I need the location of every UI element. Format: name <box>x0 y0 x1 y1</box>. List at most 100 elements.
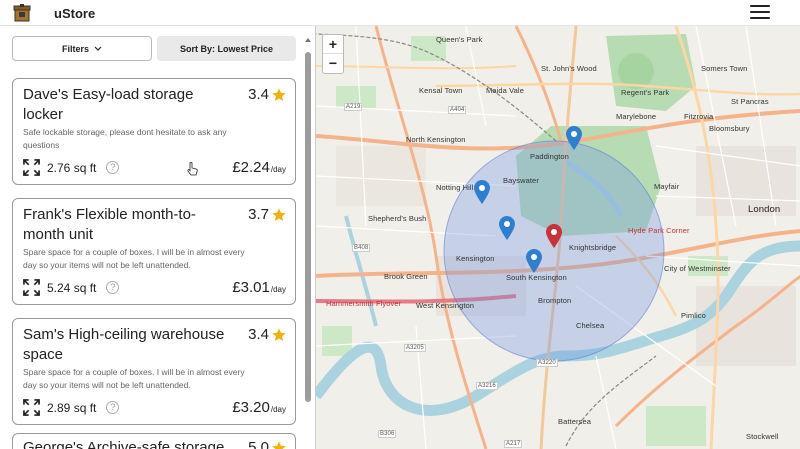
map-label: Brook Green <box>384 272 428 281</box>
listing-description: Spare space for a couple of boxes. I wil… <box>23 247 245 270</box>
listing-rating: 3.4 <box>248 86 287 103</box>
map-label: Queen's Park <box>436 35 483 44</box>
scrollbar[interactable] <box>304 38 312 443</box>
price-value: £3.20 <box>232 399 270 416</box>
map-label: Shepherd's Bush <box>368 214 427 223</box>
listing-title: George's Archive-safe storage <box>23 439 225 449</box>
listing-size: 2.89 sq ft <box>47 400 97 415</box>
sort-button[interactable]: Sort By: Lowest Price <box>157 36 296 61</box>
map-label: Battersea <box>558 417 592 426</box>
map-pin-icon[interactable] <box>499 216 515 240</box>
map-label: Somers Town <box>701 64 748 73</box>
road-label: B306 <box>378 430 397 438</box>
map-label: London <box>748 204 781 215</box>
storage-box-icon[interactable] <box>12 3 32 23</box>
zoom-in-button[interactable]: + <box>323 35 343 54</box>
listing-card[interactable]: George's Archive-safe storage 5.0 <box>12 433 296 449</box>
map-label: Regent's Park <box>621 88 670 97</box>
map-pin-icon[interactable] <box>474 180 490 204</box>
rating-value: 3.4 <box>248 86 269 103</box>
app-header: uStore <box>0 0 800 26</box>
filters-label: Filters <box>61 43 89 54</box>
hamburger-menu-icon[interactable] <box>750 5 770 21</box>
price-value: £3.01 <box>232 279 270 296</box>
listing-title: Frank's Flexible month-to-month unit <box>23 206 196 243</box>
price-value: £2.24 <box>232 159 270 176</box>
map-label: Fitzrovia <box>684 112 714 121</box>
map-label: Kensal Town <box>419 86 463 95</box>
road-label: A219 <box>344 103 363 111</box>
listing-title: Sam's High-ceiling warehouse space <box>23 326 225 363</box>
map-label: Paddington <box>530 152 569 161</box>
price-unit: /day <box>270 165 286 174</box>
expand-arrows-icon <box>23 159 40 176</box>
listing-price: £3.01/day <box>232 279 286 296</box>
star-icon <box>272 327 286 341</box>
listing-card[interactable]: Dave's Easy-load storage locker 3.4 Safe… <box>12 78 296 185</box>
listing-card[interactable]: Sam's High-ceiling warehouse space 3.4 S… <box>12 318 296 425</box>
sort-label: Sort By: Lowest Price <box>179 43 274 54</box>
scrollbar-thumb[interactable] <box>305 52 311 402</box>
star-icon <box>272 207 286 221</box>
listing-rating: 3.4 <box>248 326 287 343</box>
star-icon <box>272 440 286 449</box>
listing-meta: 2.89 sq ft ? <box>23 399 120 416</box>
road-label: B408 <box>352 244 371 252</box>
map-label: Stockwell <box>746 432 779 441</box>
listing-description: Safe lockable storage, please dont hesit… <box>23 127 227 150</box>
map-label: Hyde Park Corner <box>628 226 690 235</box>
listing-meta: 5.24 sq ft ? <box>23 279 120 296</box>
rating-value: 5.0 <box>248 439 269 449</box>
help-icon[interactable]: ? <box>106 281 120 294</box>
map-label: South Kensington <box>506 273 567 282</box>
road-label: A3205 <box>404 344 426 352</box>
filters-button[interactable]: Filters <box>12 36 152 61</box>
listing-size: 2.76 sq ft <box>47 160 97 175</box>
zoom-out-button[interactable]: − <box>323 54 343 73</box>
star-icon <box>272 87 286 101</box>
map-label: Maida Vale <box>486 86 524 95</box>
listing-meta: 2.76 sq ft ? <box>23 159 120 176</box>
listing-title: Dave's Easy-load storage locker <box>23 86 194 123</box>
map-pin-selected-icon[interactable] <box>546 224 562 248</box>
expand-arrows-icon <box>23 279 40 296</box>
road-label: A217 <box>504 440 523 448</box>
price-unit: /day <box>270 285 286 294</box>
help-icon[interactable]: ? <box>106 161 120 174</box>
expand-arrows-icon <box>23 399 40 416</box>
map-label: Kensington <box>456 254 495 263</box>
map-pin-icon[interactable] <box>526 249 542 273</box>
map-label: Marylebone <box>616 112 657 121</box>
map-label: Brompton <box>538 296 572 305</box>
map-label: Bloomsbury <box>709 124 750 133</box>
listing-card[interactable]: Frank's Flexible month-to-month unit 3.7… <box>12 198 296 305</box>
price-unit: /day <box>270 405 286 414</box>
map-label: Bayswater <box>503 176 539 185</box>
rating-value: 3.4 <box>248 326 269 343</box>
road-label: A3220 <box>536 359 558 367</box>
scroll-up-arrow-icon[interactable] <box>305 38 311 42</box>
map-label: Notting Hill <box>436 183 474 192</box>
map-label: Knightsbridge <box>569 243 617 252</box>
listing-rating: 3.7 <box>248 206 287 223</box>
road-label: A404 <box>448 106 467 114</box>
map-view[interactable]: + − Queen's Park St. John's Wood Somers … <box>315 26 800 449</box>
map-pin-icon[interactable] <box>566 126 582 150</box>
listing-price: £2.24/day <box>232 159 286 176</box>
hand-cursor-icon <box>187 162 198 176</box>
listings-pane: Filters Sort By: Lowest Price Dave's Eas… <box>0 26 315 449</box>
map-label: Hammersmith Flyover <box>326 299 402 308</box>
listing-size: 5.24 sq ft <box>47 280 97 295</box>
road-label: A3216 <box>476 382 498 390</box>
chevron-down-icon <box>94 46 102 51</box>
help-icon[interactable]: ? <box>106 401 120 414</box>
brand-name: uStore <box>54 6 96 21</box>
listing-price: £3.20/day <box>232 399 286 416</box>
map-label: West Kensington <box>416 301 475 310</box>
map-label: St. John's Wood <box>541 64 597 73</box>
rating-value: 3.7 <box>248 206 269 223</box>
zoom-control: + − <box>322 34 344 74</box>
map-label: St Pancras <box>731 97 769 106</box>
map-label: Mayfair <box>654 182 680 191</box>
map-label: Chelsea <box>576 321 605 330</box>
